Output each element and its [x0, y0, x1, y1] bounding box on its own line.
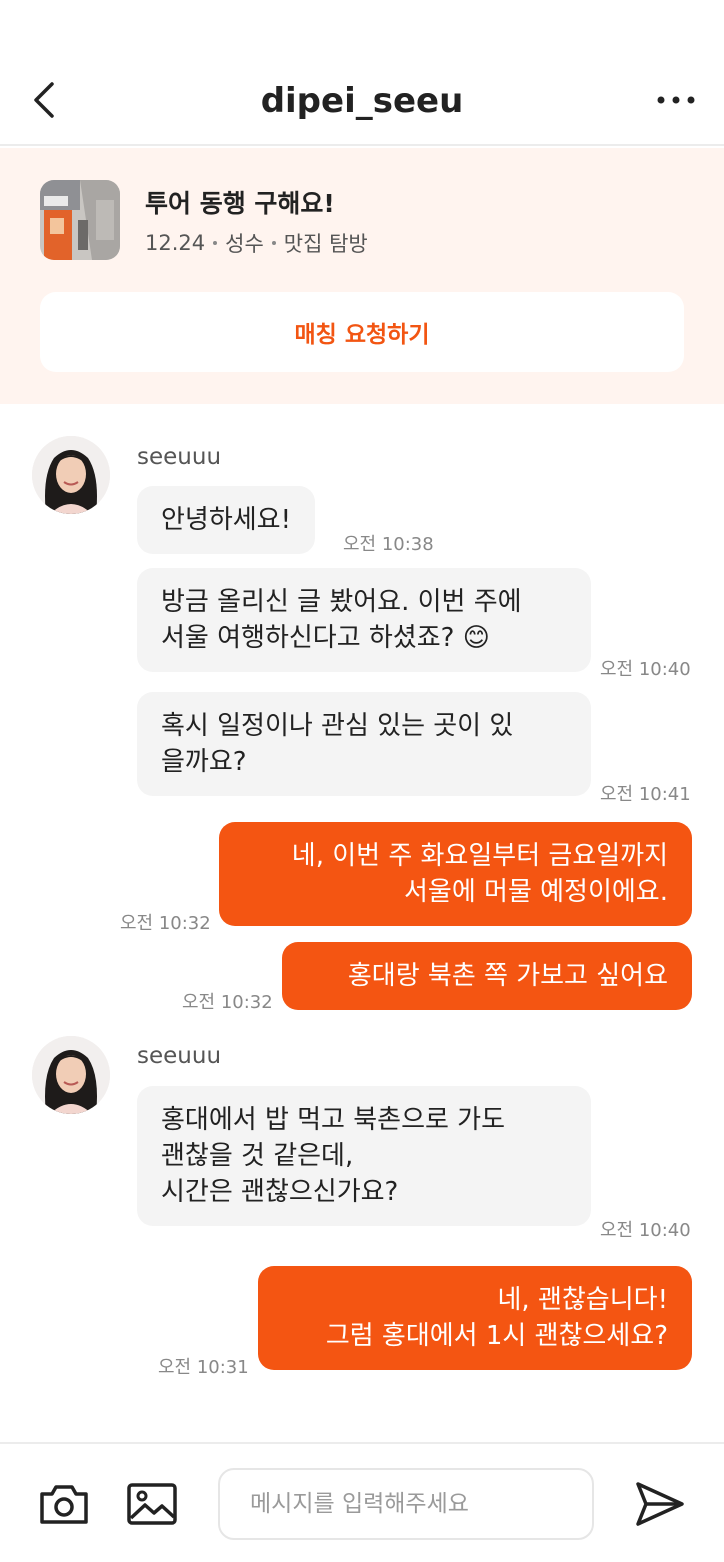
separator-dot	[271, 241, 276, 245]
message-time: 오전 10:38	[343, 534, 434, 555]
post-category: 맛집 탐방	[283, 232, 368, 256]
message-input[interactable]	[218, 1468, 594, 1540]
chat-header: dipei_seeu	[0, 0, 724, 146]
post-location: 성수	[225, 232, 264, 256]
gallery-button[interactable]	[124, 1476, 180, 1532]
message-bubble-received: 홍대에서 밥 먹고 북촌으로 가도 괜찮을 것 같은데, 시간은 괜찮으신가요?	[137, 1086, 591, 1226]
separator-dot	[213, 241, 218, 245]
post-date: 12.24	[145, 231, 206, 255]
message-time: 오전 10:32	[120, 913, 211, 934]
sender-name: seeuuu	[137, 444, 222, 470]
message-bubble-received: 안녕하세요!	[137, 486, 316, 554]
post-thumbnail[interactable]	[40, 180, 120, 260]
send-icon	[636, 1482, 684, 1526]
image-icon	[127, 1483, 177, 1525]
page-title: dipei_seeu	[260, 81, 464, 121]
match-request-button[interactable]: 매칭 요청하기	[40, 292, 684, 372]
camera-icon	[40, 1485, 88, 1524]
avatar[interactable]	[32, 436, 110, 514]
avatar[interactable]	[32, 1036, 110, 1114]
message-time: 오전 10:40	[600, 659, 691, 680]
camera-button[interactable]	[36, 1476, 92, 1532]
message-time: 오전 10:41	[600, 784, 691, 805]
more-horizontal-icon	[657, 96, 695, 104]
message-time: 오전 10:32	[182, 992, 273, 1013]
sender-name: seeuuu	[137, 1043, 222, 1069]
message-bubble-sent: 네, 이번 주 화요일부터 금요일까지 서울에 머물 예정이에요.	[219, 822, 692, 926]
message-bubble-sent: 네, 괜찮습니다! 그럼 홍대에서 1시 괜찮으세요?	[258, 1266, 692, 1370]
message-time: 오전 10:40	[600, 1220, 691, 1241]
message-bubble-received: 방금 올리신 글 봤어요. 이번 주에 서울 여행하신다고 하셨죠? 😊	[137, 568, 591, 672]
message-bubble-sent: 홍대랑 북촌 쪽 가보고 싶어요	[282, 942, 692, 1010]
message-composer	[0, 1442, 724, 1562]
post-title: 투어 동행 구해요!	[145, 189, 335, 218]
message-time: 오전 10:31	[158, 1357, 249, 1378]
more-options-button[interactable]	[652, 80, 700, 120]
post-card: 투어 동행 구해요! 12.24 성수 맛집 탐방 매칭 요청하기	[0, 148, 724, 404]
post-meta: 12.24 성수 맛집 탐방	[145, 228, 368, 258]
message-bubble-received: 혹시 일정이나 관심 있는 곳이 있 을까요?	[137, 692, 591, 796]
send-button[interactable]	[632, 1476, 688, 1532]
